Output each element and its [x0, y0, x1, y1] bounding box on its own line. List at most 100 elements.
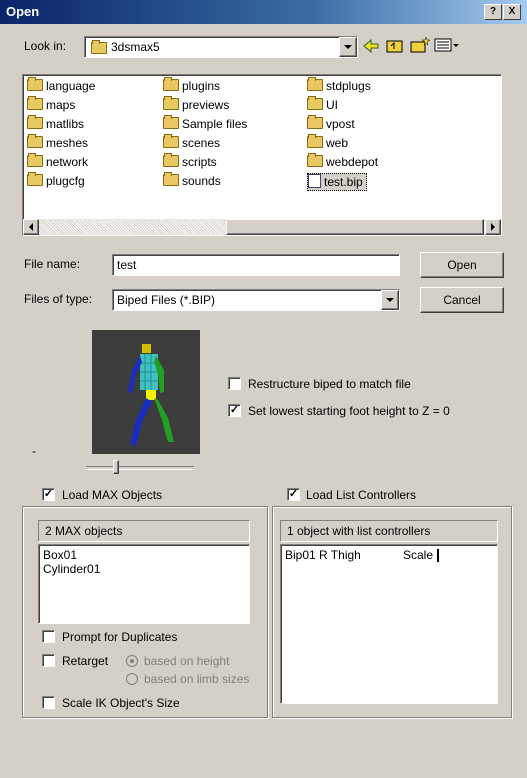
- preview-dash: -: [32, 444, 36, 458]
- retarget-checkbox[interactable]: [42, 654, 55, 667]
- load-max-objects-label: Load MAX Objects: [62, 488, 163, 502]
- file-name-input[interactable]: test: [112, 254, 400, 276]
- new-folder-icon[interactable]: [410, 36, 430, 54]
- biped-figure-image: [128, 344, 174, 446]
- retarget-label: Retarget: [62, 654, 109, 668]
- scroll-track[interactable]: [39, 220, 225, 234]
- list-item[interactable]: scripts: [163, 153, 217, 170]
- folder-icon: [307, 153, 323, 167]
- controller-row-name[interactable]: Bip01 R Thigh: [285, 548, 361, 562]
- load-list-controllers-label: Load List Controllers: [306, 488, 417, 502]
- file-name-label: File name:: [24, 257, 81, 271]
- list-item-selected[interactable]: test.bip: [307, 173, 367, 191]
- list-item[interactable]: matlibs: [27, 115, 84, 132]
- biped-file-icon: [308, 174, 321, 188]
- files-of-type-dropdown-button[interactable]: [381, 290, 399, 310]
- based-height-label: based on height: [144, 654, 230, 668]
- list-item[interactable]: vpost: [307, 115, 355, 132]
- list-item[interactable]: webdepot: [307, 153, 378, 170]
- list-item[interactable]: Box01: [43, 548, 77, 562]
- based-height-radio[interactable]: [126, 655, 138, 667]
- open-button[interactable]: Open: [420, 252, 504, 278]
- folder-icon: [163, 134, 179, 148]
- based-limb-label: based on limb sizes: [144, 672, 250, 686]
- list-item[interactable]: sounds: [163, 172, 221, 189]
- load-max-objects-checkbox[interactable]: ✓: [42, 488, 55, 501]
- look-in-combo[interactable]: 3dsmax5: [84, 36, 358, 58]
- restructure-label: Restructure biped to match file: [248, 377, 411, 391]
- arrow-right-icon: [491, 223, 495, 231]
- list-item[interactable]: UI: [307, 96, 338, 113]
- scale-ik-checkbox[interactable]: [42, 696, 55, 709]
- folder-icon: [27, 134, 43, 148]
- file-name-value: test: [117, 258, 137, 272]
- list-item[interactable]: meshes: [27, 134, 88, 151]
- restructure-checkbox[interactable]: [228, 377, 241, 390]
- preview-slider-track[interactable]: [86, 466, 194, 470]
- cancel-button[interactable]: Cancel: [420, 287, 504, 313]
- look-in-label: Look in:: [24, 39, 67, 53]
- folder-icon: [163, 115, 179, 129]
- list-item[interactable]: network: [27, 153, 88, 170]
- lowest-foot-checkbox[interactable]: ✓: [228, 404, 241, 417]
- list-item[interactable]: plugcfg: [27, 172, 85, 189]
- files-of-type-value: Biped Files (*.BIP): [117, 293, 216, 307]
- folder-icon: [27, 96, 43, 110]
- list-item[interactable]: Sample files: [163, 115, 247, 132]
- load-list-controllers-checkbox[interactable]: ✓: [287, 488, 300, 501]
- view-menu-icon[interactable]: [434, 38, 460, 53]
- controller-row-value[interactable]: Scale: [403, 548, 433, 562]
- chevron-down-icon: [344, 45, 352, 49]
- folder-icon: [163, 172, 179, 186]
- folder-icon: [27, 172, 43, 186]
- close-button[interactable]: X: [503, 4, 521, 20]
- list-item[interactable]: web: [307, 134, 348, 151]
- lowest-foot-label: Set lowest starting foot height to Z = 0: [248, 404, 450, 418]
- folder-icon: [163, 96, 179, 110]
- up-folder-icon[interactable]: [386, 37, 404, 54]
- preview-slider-thumb[interactable]: [113, 460, 119, 474]
- files-of-type-label: Files of type:: [24, 292, 93, 306]
- folder-icon: [307, 77, 323, 91]
- folder-icon: [307, 134, 323, 148]
- list-item[interactable]: previews: [163, 96, 229, 113]
- list-item[interactable]: language: [27, 77, 95, 94]
- max-objects-header: 2 MAX objects: [38, 520, 250, 542]
- folder-icon: [27, 77, 43, 91]
- scroll-right-button[interactable]: [485, 219, 501, 235]
- list-item[interactable]: plugins: [163, 77, 220, 94]
- list-item[interactable]: stdplugs: [307, 77, 371, 94]
- folder-icon: [27, 153, 43, 167]
- horizontal-scrollbar[interactable]: [23, 219, 501, 235]
- arrow-left-icon: [29, 223, 33, 231]
- list-controllers-header: 1 object with list controllers: [280, 520, 498, 542]
- folder-icon: [163, 153, 179, 167]
- folder-icon: [91, 40, 107, 54]
- title-bar: [0, 0, 527, 24]
- list-item[interactable]: scenes: [163, 134, 220, 151]
- scale-ik-label: Scale IK Object's Size: [62, 696, 180, 710]
- folder-icon: [307, 96, 323, 110]
- help-button[interactable]: ?: [484, 4, 502, 20]
- folder-icon: [27, 115, 43, 129]
- scroll-left-button[interactable]: [23, 219, 39, 235]
- based-limb-radio[interactable]: [126, 673, 138, 685]
- prompt-duplicates-label: Prompt for Duplicates: [62, 630, 178, 644]
- max-objects-list[interactable]: Box01 Cylinder01: [38, 544, 250, 624]
- window-title: Open: [6, 4, 40, 19]
- list-controllers-list[interactable]: Bip01 R Thigh Scale: [280, 544, 498, 704]
- list-item[interactable]: Cylinder01: [43, 562, 100, 576]
- prompt-duplicates-checkbox[interactable]: [42, 630, 55, 643]
- scroll-thumb[interactable]: [226, 219, 484, 235]
- biped-preview: [92, 330, 200, 454]
- files-of-type-select[interactable]: Biped Files (*.BIP): [112, 289, 400, 311]
- text-cursor: [437, 549, 439, 562]
- folder-icon: [163, 77, 179, 91]
- file-list[interactable]: language maps matlibs meshes network plu…: [22, 74, 502, 236]
- folder-icon: [307, 115, 323, 129]
- look-in-value: 3dsmax5: [111, 40, 160, 54]
- list-item[interactable]: maps: [27, 96, 75, 113]
- look-in-dropdown-button[interactable]: [339, 37, 357, 57]
- back-arrow-icon[interactable]: [362, 38, 380, 54]
- chevron-down-icon: [386, 298, 394, 302]
